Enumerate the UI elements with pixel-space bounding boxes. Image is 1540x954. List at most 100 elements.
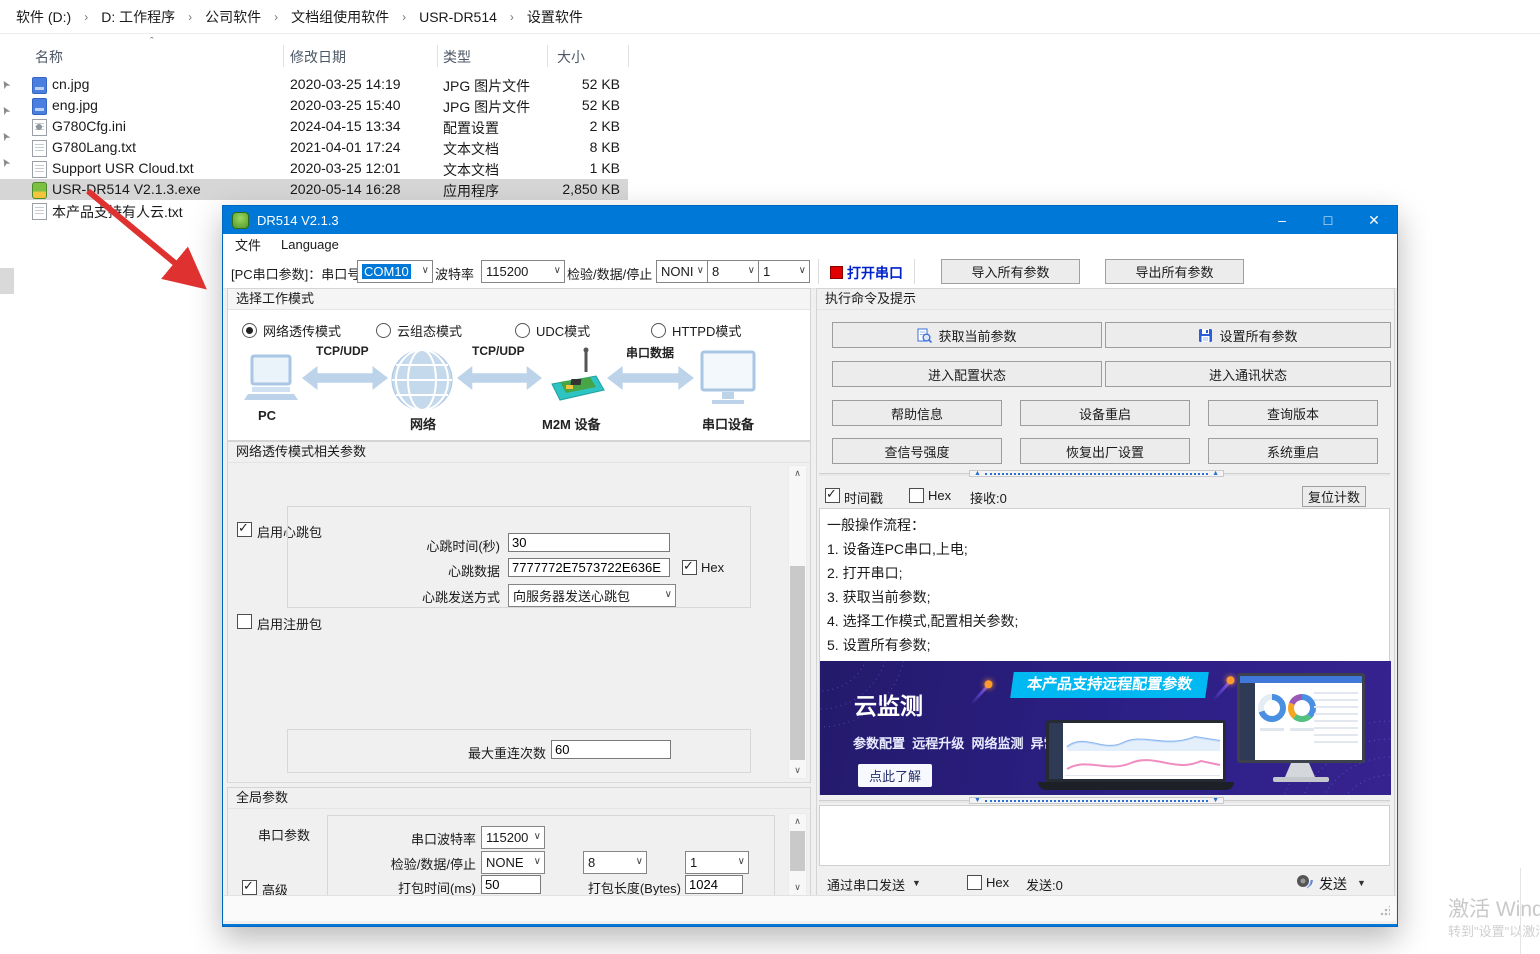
scroll-up-icon[interactable]: ∧ xyxy=(789,466,806,481)
parity-select[interactable]: NONI xyxy=(656,260,708,283)
cloud-banner[interactable]: 云监测 参数配置 远程升级 网络监测 异常报警 本产品支持远程配置参数 点此了解 xyxy=(820,661,1391,795)
recv-hex-checkbox[interactable] xyxy=(909,488,924,503)
send-via-label[interactable]: 通过串口发送 xyxy=(827,875,905,894)
send-splitter[interactable]: ▼ ▼ xyxy=(819,796,1390,805)
mode-radio-1[interactable]: 云组态模式 xyxy=(376,321,462,340)
help-info-button[interactable]: 帮助信息 xyxy=(832,400,1002,426)
title-bar[interactable]: DR514 V2.1.3 – □ ✕ xyxy=(223,206,1397,234)
port-label: [PC串口参数]：串口号 xyxy=(231,264,360,283)
column-divider[interactable] xyxy=(547,45,548,67)
import-params-button[interactable]: 导入所有参数 xyxy=(941,259,1080,284)
breadcrumb-item[interactable]: D: 工作程序 xyxy=(101,7,175,27)
breadcrumb-item[interactable]: 设置软件 xyxy=(527,7,583,27)
databits-select[interactable]: 8 xyxy=(707,260,759,283)
device-restart-button[interactable]: 设备重启 xyxy=(1020,400,1190,426)
column-date[interactable]: 修改日期 xyxy=(290,47,346,67)
file-row[interactable]: G780Lang.txt2021-04-01 17:24文本文档8 KB xyxy=(0,137,628,158)
port-closed-status-icon xyxy=(830,266,843,279)
timestamp-checkbox[interactable] xyxy=(825,488,840,503)
resize-grip[interactable] xyxy=(1380,906,1390,916)
scroll-thumb[interactable] xyxy=(790,831,805,871)
enter-comm-state-button[interactable]: 进入通讯状态 xyxy=(1105,361,1391,387)
max-reconnect-input[interactable] xyxy=(551,740,671,759)
send-via-caret-icon[interactable]: ▼ xyxy=(912,878,921,888)
breadcrumb-item[interactable]: USR-DR514 xyxy=(419,9,497,25)
get-current-params-button[interactable]: 获取当前参数 xyxy=(832,322,1102,348)
breadcrumb-item[interactable]: 文档组使用软件 xyxy=(291,7,389,27)
banner-cta-button[interactable]: 点此了解 xyxy=(858,764,932,787)
baud-select[interactable]: 115200 xyxy=(481,260,565,283)
breadcrumb-item[interactable]: 软件 (D:) xyxy=(16,7,71,27)
scroll-down-icon[interactable]: ∨ xyxy=(789,763,806,778)
net-params-scrollbar[interactable]: ∧ ∨ xyxy=(788,465,807,779)
menu-file[interactable]: 文件 xyxy=(235,235,261,254)
factory-reset-button[interactable]: 恢复出厂设置 xyxy=(1020,438,1190,464)
send-button[interactable]: 发送 xyxy=(1319,874,1347,894)
column-size[interactable]: 大小 xyxy=(557,47,585,67)
column-type[interactable]: 类型 xyxy=(443,47,471,67)
query-version-button[interactable]: 查询版本 xyxy=(1208,400,1378,426)
column-divider[interactable] xyxy=(283,45,284,67)
minimize-button[interactable]: – xyxy=(1259,206,1305,234)
mode-radio-2[interactable]: UDC模式 xyxy=(515,321,590,340)
receive-area[interactable]: 一般操作流程：1. 设备连PC串口,上电;2. 打开串口;3. 获取当前参数;4… xyxy=(819,508,1390,795)
file-type: 配置设置 xyxy=(443,118,499,138)
mode-radio-3[interactable]: HTTPD模式 xyxy=(651,321,741,340)
close-button[interactable]: ✕ xyxy=(1351,206,1397,234)
radio-icon[interactable] xyxy=(242,323,257,338)
maximize-button[interactable]: □ xyxy=(1305,206,1351,234)
file-row[interactable]: eng.jpg2020-03-25 15:40JPG 图片文件52 KB xyxy=(0,95,628,116)
gp-baud-select[interactable]: 115200 xyxy=(481,826,545,849)
send-hex-checkbox[interactable] xyxy=(967,875,982,890)
radio-icon[interactable] xyxy=(376,323,391,338)
file-row[interactable]: USR-DR514 V2.1.3.exe2020-05-14 16:28应用程序… xyxy=(0,179,628,200)
radio-icon[interactable] xyxy=(515,323,530,338)
check-signal-button[interactable]: 查信号强度 xyxy=(832,438,1002,464)
splitter-handle[interactable]: ▲ ▲ xyxy=(969,470,1224,477)
nav-scrollbar-fragment[interactable] xyxy=(0,268,14,294)
radio-icon[interactable] xyxy=(651,323,666,338)
serial-label: 串口设备 xyxy=(702,414,754,433)
hb-data-input[interactable] xyxy=(508,558,670,577)
export-params-button[interactable]: 导出所有参数 xyxy=(1105,259,1244,284)
stopbits-select[interactable]: 1 xyxy=(758,260,810,283)
splitter-handle[interactable]: ▼ ▼ xyxy=(969,797,1224,804)
cmd-button-label: 恢复出厂设置 xyxy=(1066,442,1144,461)
send-options-caret-icon[interactable]: ▼ xyxy=(1357,878,1366,888)
column-name[interactable]: 名称 xyxy=(35,47,63,67)
column-divider[interactable] xyxy=(628,45,629,67)
enter-config-state-button[interactable]: 进入配置状态 xyxy=(832,361,1102,387)
scroll-thumb[interactable] xyxy=(790,566,805,760)
menu-language[interactable]: Language xyxy=(281,237,339,252)
set-all-params-button[interactable]: 设置所有参数 xyxy=(1105,322,1391,348)
breadcrumb-item[interactable]: 公司软件 xyxy=(205,7,261,27)
gp-parity-select[interactable]: NONE xyxy=(481,851,545,874)
floppy-save-icon xyxy=(1198,328,1213,343)
file-row[interactable]: G780Cfg.ini2024-04-15 13:34配置设置2 KB xyxy=(0,116,628,137)
receive-splitter[interactable]: ▲ ▲ xyxy=(819,469,1390,478)
hb-time-input[interactable] xyxy=(508,533,670,552)
file-row[interactable]: cn.jpg2020-03-25 14:19JPG 图片文件52 KB xyxy=(0,74,628,95)
send-input-area[interactable] xyxy=(819,805,1390,866)
gp-databits-select[interactable]: 8 xyxy=(583,851,647,874)
open-port-button[interactable]: 打开串口 xyxy=(847,263,903,283)
global-params-scrollbar[interactable]: ∧ ∨ xyxy=(788,813,807,896)
file-row[interactable]: Support USR Cloud.txt2020-03-25 12:01文本文… xyxy=(0,158,628,179)
advanced-checkbox[interactable] xyxy=(242,880,257,895)
reset-count-button[interactable]: 复位计数 xyxy=(1302,486,1366,507)
column-divider[interactable] xyxy=(437,45,438,67)
mode-radio-0[interactable]: 网络透传模式 xyxy=(242,321,341,340)
gp-stopbits-select[interactable]: 1 xyxy=(685,851,749,874)
pack-len-input[interactable] xyxy=(685,875,743,894)
hb-hex-checkbox[interactable] xyxy=(682,560,697,575)
mode-label: 云组态模式 xyxy=(397,324,462,339)
enable-heartbeat-checkbox[interactable] xyxy=(237,522,252,537)
system-restart-button[interactable]: 系统重启 xyxy=(1208,438,1378,464)
scroll-up-icon[interactable]: ∧ xyxy=(789,814,806,829)
enable-register-checkbox[interactable] xyxy=(237,614,252,629)
scroll-down-icon[interactable]: ∨ xyxy=(789,880,806,895)
banner-monitor-art xyxy=(1237,673,1365,787)
reconnect-fieldbox: 最大重连次数 xyxy=(287,729,751,773)
hb-mode-select[interactable]: 向服务器发送心跳包 xyxy=(508,584,676,607)
com-port-select[interactable]: COM10 xyxy=(357,260,433,283)
